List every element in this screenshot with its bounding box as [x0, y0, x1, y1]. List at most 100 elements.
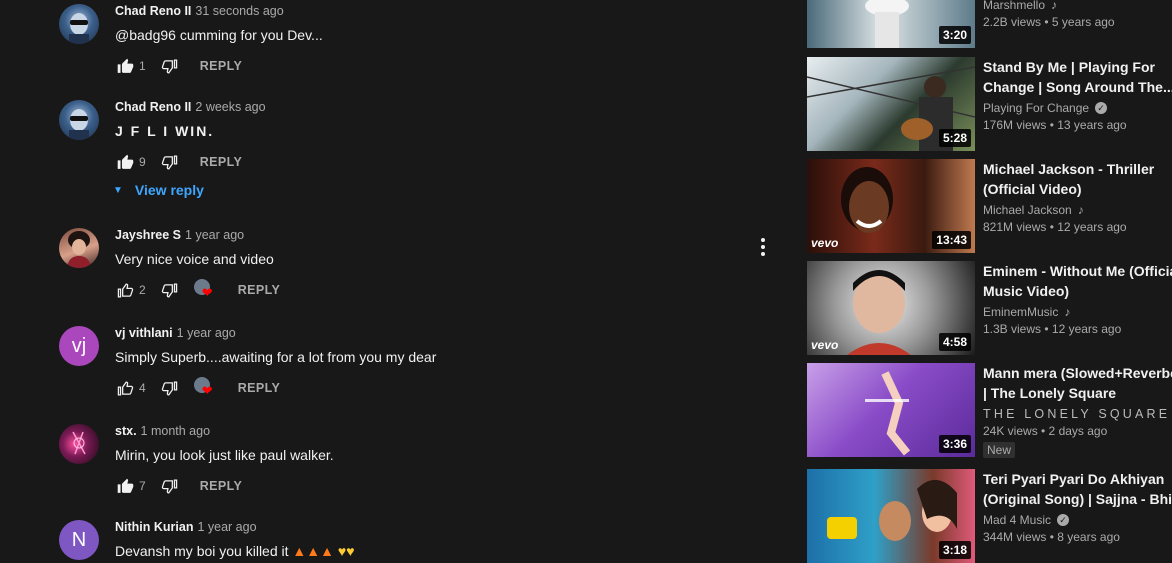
avatar[interactable] — [59, 100, 99, 140]
comment-text: Simply Superb....awaiting for a lot from… — [115, 349, 437, 365]
verified-check-icon: ✓ — [1095, 102, 1108, 114]
related-video[interactable]: vevo 13:43 Michael Jackson - Thriller (O… — [807, 159, 1172, 253]
like-icon[interactable] — [115, 56, 135, 76]
comment-author[interactable]: Chad Reno II — [115, 100, 191, 114]
comment-actions: 2 ❤ REPLY — [115, 278, 280, 302]
like-icon[interactable] — [115, 280, 135, 300]
comment-text: J F L I WIN. — [115, 123, 215, 139]
like-count: 9 — [139, 155, 146, 169]
creator-heart-icon: ❤ — [193, 377, 216, 399]
video-channel[interactable]: Michael Jackson ♪ — [983, 203, 1172, 217]
video-title-line2[interactable]: Change | Song Around The... — [983, 77, 1172, 97]
video-title-line2[interactable]: (Original Song) | Sajjna - Bhinda — [983, 489, 1172, 509]
new-badge: New — [983, 442, 1016, 458]
comment-header: Chad Reno II 31 seconds ago — [115, 4, 284, 18]
dislike-icon[interactable] — [160, 476, 180, 496]
comment-header: stx. 1 month ago — [115, 424, 210, 438]
channel-name: EminemMusic — [983, 305, 1059, 319]
video-title[interactable]: Eminem - Without Me (Official — [983, 261, 1172, 281]
channel-name: Mad 4 Music — [983, 513, 1052, 527]
comment-time[interactable]: 1 year ago — [197, 520, 256, 534]
comment-thread: stx. 1 month ago Mirin, you look just lik… — [0, 424, 790, 504]
avatar[interactable]: vj — [59, 326, 99, 366]
reply-button[interactable]: REPLY — [200, 479, 243, 493]
video-channel[interactable]: Marshmello ♪ — [983, 0, 1172, 12]
comment-author[interactable]: Chad Reno II — [115, 4, 191, 18]
like-icon[interactable] — [115, 378, 135, 398]
related-video[interactable]: vevo 4:58 Eminem - Without Me (Official … — [807, 261, 1172, 355]
avatar-letter: N — [71, 528, 87, 551]
view-reply-button[interactable]: ▼ View reply — [113, 182, 204, 198]
avatar[interactable] — [59, 424, 99, 464]
video-info: Teri Pyari Pyari Do Akhiyan (Original So… — [983, 469, 1172, 544]
avatar[interactable] — [59, 4, 99, 44]
video-channel[interactable]: Playing For Change ✓ — [983, 101, 1172, 115]
comment-text: Very nice voice and video — [115, 251, 274, 267]
view-reply-label: View reply — [134, 182, 204, 198]
video-title[interactable]: Michael Jackson - Thriller — [983, 159, 1172, 179]
comment-time[interactable]: 1 month ago — [141, 424, 211, 438]
video-title[interactable]: Teri Pyari Pyari Do Akhiyan — [983, 469, 1172, 489]
comment-time[interactable]: 1 year ago — [177, 326, 236, 340]
video-stats: 344M views • 8 years ago — [983, 530, 1120, 544]
video-channel[interactable]: Mad 4 Music ✓ — [983, 513, 1172, 527]
like-icon[interactable] — [115, 476, 135, 496]
video-thumbnail[interactable]: vevo 4:58 — [807, 261, 975, 355]
video-info: Stand By Me | Playing For Change | Song … — [983, 57, 1172, 132]
video-stats: 1.3B views • 12 years ago — [983, 322, 1122, 336]
video-thumbnail[interactable]: 5:28 — [807, 57, 975, 151]
avatar[interactable]: N — [59, 520, 99, 560]
video-title[interactable]: Stand By Me | Playing For — [983, 57, 1172, 77]
comment-actions: 7 REPLY — [115, 474, 242, 498]
reply-button[interactable]: REPLY — [200, 59, 243, 73]
like-icon[interactable] — [115, 152, 135, 172]
video-title[interactable]: Mann mera (Slowed+Reverbed) — [983, 363, 1172, 383]
comment-author[interactable]: Nithin Kurian — [115, 520, 193, 534]
video-duration: 3:36 — [938, 435, 971, 453]
video-thumbnail[interactable]: 3:36 — [807, 363, 975, 457]
video-channel[interactable]: EminemMusic ♪ — [983, 305, 1172, 319]
video-channel[interactable]: THE LONELY SQUARE — [983, 407, 1172, 421]
comment-time[interactable]: 31 seconds ago — [195, 4, 283, 18]
video-duration: 3:20 — [938, 26, 971, 44]
dislike-icon[interactable] — [160, 378, 180, 398]
comment-actions: 9 REPLY — [115, 150, 242, 174]
creator-heart-icon: ❤ — [193, 279, 216, 301]
video-title-line2[interactable]: | The Lonely Square — [983, 383, 1172, 403]
dislike-icon[interactable] — [160, 152, 180, 172]
comment-time[interactable]: 1 year ago — [185, 228, 244, 242]
comment-header: Chad Reno II 2 weeks ago — [115, 100, 266, 114]
video-thumbnail[interactable]: 3:18 — [807, 469, 975, 563]
video-thumbnail[interactable]: 3:20 — [807, 0, 975, 48]
video-info: Marshmello ♪ 2.2B views • 5 years ago — [983, 0, 1172, 29]
raised-hands-emoji-icon: ♥♥ — [337, 543, 355, 559]
video-info: Michael Jackson - Thriller (Official Vid… — [983, 159, 1172, 234]
comment-header: vj vithlani 1 year ago — [115, 326, 236, 340]
reply-button[interactable]: REPLY — [238, 381, 281, 395]
more-options-icon[interactable] — [754, 236, 772, 258]
comment-text: @badg96 cumming for you Dev... — [115, 27, 323, 43]
video-info: Eminem - Without Me (Official Music Vide… — [983, 261, 1172, 336]
verified-check-icon: ✓ — [1057, 514, 1070, 526]
comment-author[interactable]: Jayshree S — [115, 228, 181, 242]
dislike-icon[interactable] — [160, 280, 180, 300]
comment-author[interactable]: vj vithlani — [115, 326, 173, 340]
avatar[interactable] — [59, 228, 99, 268]
video-title-line2[interactable]: (Official Video) — [983, 179, 1172, 199]
comment-author[interactable]: stx. — [115, 424, 137, 438]
comment-thread: N Nithin Kurian 1 year ago Devansh my boi… — [0, 520, 790, 560]
video-title-line2[interactable]: Music Video) — [983, 281, 1172, 301]
reply-button[interactable]: REPLY — [200, 155, 243, 169]
reply-button[interactable]: REPLY — [238, 283, 281, 297]
video-stats: 821M views • 12 years ago — [983, 220, 1127, 234]
video-thumbnail[interactable]: vevo 13:43 — [807, 159, 975, 253]
comment-time[interactable]: 2 weeks ago — [195, 100, 265, 114]
related-video[interactable]: 5:28 Stand By Me | Playing For Change | … — [807, 57, 1172, 151]
dislike-icon[interactable] — [160, 56, 180, 76]
comment-text: Devansh my boi you killed it — [115, 543, 289, 559]
related-video[interactable]: 3:18 Teri Pyari Pyari Do Akhiyan (Origin… — [807, 469, 1172, 563]
related-video[interactable]: 3:36 Mann mera (Slowed+Reverbed) | The L… — [807, 363, 1172, 458]
comment-header: Jayshree S 1 year ago — [115, 228, 244, 242]
related-video[interactable]: 3:20 Marshmello ♪ 2.2B views • 5 years ag… — [807, 0, 1172, 48]
vevo-logo: vevo — [811, 338, 839, 352]
